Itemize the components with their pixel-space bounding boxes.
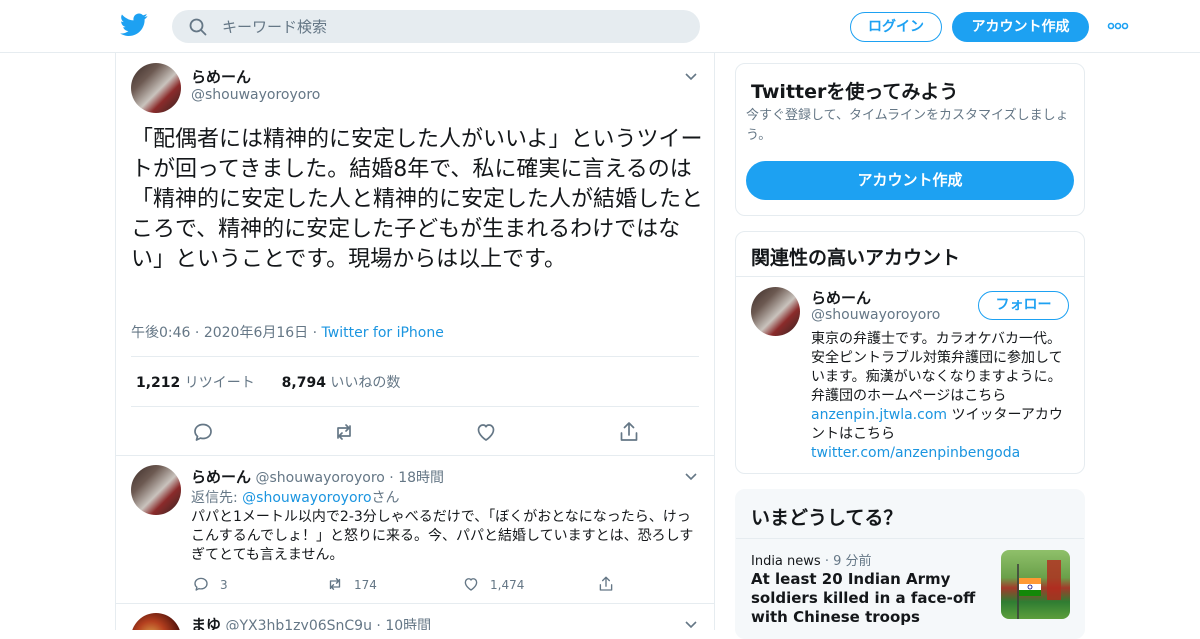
retweet-stat[interactable]: 1,212 リツイート <box>136 375 255 391</box>
divider <box>131 356 699 357</box>
signup-card-button[interactable]: アカウント作成 <box>746 161 1074 200</box>
twitter-bird-icon[interactable] <box>120 13 148 37</box>
retweet-icon[interactable] <box>332 420 356 444</box>
news-headline[interactable]: At least 20 Indian Army soldiers killed … <box>751 570 981 627</box>
meta-separator: · <box>194 325 204 341</box>
reply-icon <box>194 577 208 591</box>
avatar[interactable] <box>131 63 181 113</box>
more-dots-icon[interactable] <box>1107 22 1129 30</box>
like-button[interactable]: 1,474 <box>462 575 524 593</box>
reply-header: まゆ @YX3hb1zy06SnC9u · 10時間 <box>191 614 431 630</box>
account-handle[interactable]: @shouwayoroyoro <box>811 307 940 323</box>
news-source-name: India news <box>751 554 821 569</box>
whats-happening-card: いまどうしてる？ India news · 9 分前 At least 20 I… <box>735 489 1085 639</box>
divider <box>116 455 714 456</box>
tweet-source[interactable]: Twitter for iPhone <box>322 325 444 341</box>
divider <box>116 603 714 604</box>
chevron-down-icon[interactable] <box>684 71 698 81</box>
reply-button[interactable]: 3 <box>192 575 228 593</box>
news-time: 9 分前 <box>833 554 872 569</box>
reply-count: 3 <box>220 578 228 592</box>
reply-icon[interactable] <box>191 420 215 444</box>
reply-time[interactable]: 18時間 <box>398 470 444 486</box>
share-icon <box>599 576 613 591</box>
related-accounts-card: 関連性の高いアカウント らめーん @shouwayoroyoro フォロー 東京… <box>735 231 1085 474</box>
meta-separator: · <box>389 470 399 486</box>
reply-text: パパと1メートル以内で2-3分しゃべるだけで、「ぼくがおとなになったら、けっこん… <box>191 509 694 563</box>
tweet-column: らめーん @shouwayoroyoro 「配偶者には精神的に安定した人がいいよ… <box>115 53 715 630</box>
follow-button[interactable]: フォロー <box>978 291 1069 320</box>
signup-button[interactable]: アカウント作成 <box>952 12 1089 42</box>
reply-prefix: 返信先: <box>191 490 243 506</box>
retweet-count: 174 <box>354 578 377 592</box>
reply-author-name[interactable]: らめーん <box>191 468 251 486</box>
login-button[interactable]: ログイン <box>850 12 942 42</box>
trends-card-title: いまどうしてる？ <box>751 507 903 529</box>
reply-author-name[interactable]: まゆ <box>191 616 221 630</box>
meta-separator: · <box>312 325 322 341</box>
tweet-actions <box>116 415 714 449</box>
like-icon <box>464 578 478 591</box>
reply-suffix: さん <box>371 490 400 506</box>
news-source: India news · 9 分前 <box>751 550 872 569</box>
reply-author-handle[interactable]: @YX3hb1zy06SnC9u <box>225 618 371 630</box>
like-count: 1,474 <box>490 578 525 592</box>
divider <box>736 538 1084 539</box>
tweet-timestamp[interactable]: 午後0:46 · 2020年6月16日 · Twitter for iPhone <box>131 322 444 342</box>
reply-time[interactable]: 10時間 <box>385 618 431 630</box>
retweet-label: リツイート <box>184 375 255 391</box>
news-thumbnail[interactable] <box>1001 550 1070 619</box>
divider <box>736 276 1084 277</box>
retweet-button[interactable]: 174 <box>326 575 377 593</box>
reply-to-link[interactable]: @shouwayoroyoro <box>242 490 371 506</box>
related-card-title: 関連性の高いアカウント <box>751 247 961 269</box>
signup-card: Twitterを使ってみよう 今すぐ登録して、タイムラインをカスタマイズしましょ… <box>735 63 1085 216</box>
tweet-date: 2020年6月16日 <box>203 325 309 341</box>
tweet-author-name[interactable]: らめーん <box>191 66 251 87</box>
like-icon[interactable] <box>474 420 498 444</box>
signup-card-subtitle: 今すぐ登録して、タイムラインをカスタマイズしましょう。 <box>746 108 1069 143</box>
meta-separator: · <box>824 554 834 569</box>
share-button[interactable] <box>597 575 625 593</box>
meta-separator: · <box>376 618 386 630</box>
like-count: 8,794 <box>281 375 326 391</box>
account-name[interactable]: らめーん <box>811 287 871 308</box>
reply-author-handle[interactable]: @shouwayoroyoro <box>255 470 384 486</box>
flag-image <box>1017 560 1061 619</box>
chevron-down-icon[interactable] <box>684 619 698 629</box>
retweet-icon <box>329 578 341 590</box>
tweet-stats: 1,212 リツイート 8,794 いいねの数 <box>136 372 400 392</box>
retweet-count: 1,212 <box>136 375 181 391</box>
tweet-author-handle[interactable]: @shouwayoroyoro <box>191 87 320 103</box>
search-icon <box>189 18 207 36</box>
divider <box>131 406 699 407</box>
share-icon[interactable] <box>617 420 641 444</box>
signup-card-title: Twitterを使ってみよう <box>751 81 959 103</box>
avatar[interactable] <box>131 613 181 630</box>
reply-header: らめーん @shouwayoroyoro · 18時間 <box>191 466 444 487</box>
tweet-time: 午後0:46 <box>131 325 191 341</box>
avatar[interactable] <box>751 287 800 336</box>
account-bio: 東京の弁護士です。カラオケバカ一代。 安全ピントラブル対策弁護団に参加しています… <box>811 330 1073 463</box>
search-bar[interactable] <box>172 10 700 43</box>
search-input[interactable] <box>222 10 682 43</box>
bio-link[interactable]: twitter.com/anzenpinbengoda <box>811 445 1020 461</box>
like-stat[interactable]: 8,794 いいねの数 <box>282 375 401 391</box>
top-navigation-bar: ログイン アカウント作成 <box>0 0 1200 53</box>
tweet-text: 「配偶者には精神的に安定した人がいいよ」というツイートが回ってきました。結婚8年… <box>131 127 704 272</box>
bio-text: 東京の弁護士です。カラオケバカ一代。 安全ピントラブル対策弁護団に参加しています… <box>811 331 1063 404</box>
like-label: いいねの数 <box>330 375 401 391</box>
avatar[interactable] <box>131 465 181 515</box>
bio-link[interactable]: anzenpin.jtwla.com <box>811 407 947 423</box>
reply-context: 返信先: @shouwayoroyoroさん <box>191 487 400 507</box>
chevron-down-icon[interactable] <box>684 471 698 481</box>
